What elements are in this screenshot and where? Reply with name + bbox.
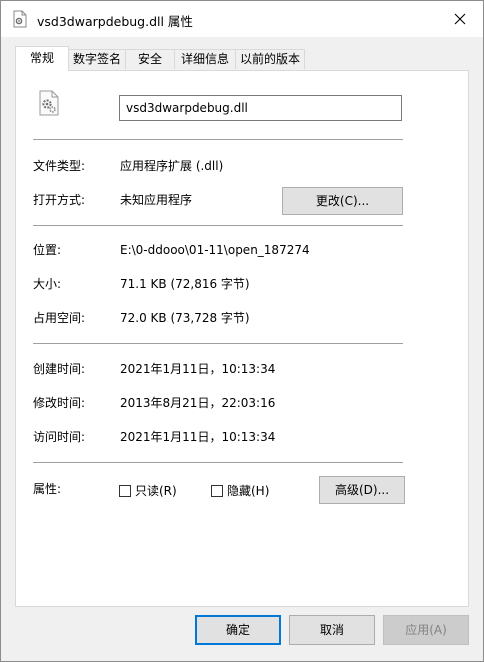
ok-button[interactable]: 确定: [195, 615, 281, 645]
tab-details[interactable]: 详细信息: [174, 49, 236, 69]
location-label: 位置:: [33, 243, 62, 257]
size-value: 71.1 KB (72,816 字节): [120, 277, 250, 291]
accessed-value: 2021年1月11日，10:13:34: [120, 430, 276, 444]
separator: [33, 139, 403, 140]
readonly-label: 只读(R): [135, 484, 177, 498]
checkbox-box[interactable]: [211, 484, 223, 497]
separator: [33, 462, 403, 463]
hidden-label: 隐藏(H): [227, 484, 270, 498]
created-value: 2021年1月11日，10:13:34: [120, 362, 276, 376]
modified-value: 2013年8月21日，22:03:16: [120, 396, 276, 410]
advanced-button[interactable]: 高级(D)...: [319, 476, 405, 504]
tab-general[interactable]: 常规: [15, 46, 69, 71]
separator: [33, 225, 403, 226]
accessed-label: 访问时间:: [33, 430, 86, 444]
location-value: E:\0-ddooo\01-11\open_187274: [120, 243, 310, 257]
apply-button[interactable]: 应用(A): [383, 615, 469, 645]
attributes-label: 属性:: [33, 482, 62, 496]
opens-with-value: 未知应用程序: [120, 193, 193, 207]
close-icon: [454, 13, 466, 25]
created-label: 创建时间:: [33, 362, 86, 376]
tab-security[interactable]: 安全: [125, 49, 175, 69]
window-title: vsd3dwarpdebug.dll 属性: [37, 14, 193, 29]
checkbox-box[interactable]: [119, 484, 131, 497]
modified-label: 修改时间:: [33, 396, 86, 410]
cancel-button[interactable]: 取消: [289, 615, 375, 645]
size-label: 大小:: [33, 277, 62, 291]
readonly-checkbox[interactable]: 只读(R): [119, 482, 177, 499]
close-button[interactable]: [437, 1, 483, 37]
separator: [33, 343, 403, 344]
file-type-value: 应用程序扩展 (.dll): [120, 159, 224, 173]
properties-dialog: vsd3dwarpdebug.dll 属性 常规 数字签名 安全 详细信息 以前…: [0, 0, 484, 662]
file-type-label: 文件类型:: [33, 159, 86, 173]
general-panel: vsd3dwarpdebug.dll 文件类型: 应用程序扩展 (.dll) 打…: [15, 70, 469, 607]
change-button[interactable]: 更改(C)...: [282, 187, 403, 215]
size-on-disk-value: 72.0 KB (73,728 字节): [120, 311, 250, 325]
opens-with-label: 打开方式:: [33, 193, 86, 207]
tab-previous-versions[interactable]: 以前的版本: [235, 49, 305, 69]
dll-file-icon: [13, 10, 27, 28]
hidden-checkbox[interactable]: 隐藏(H): [211, 482, 269, 499]
title-bar: vsd3dwarpdebug.dll 属性: [1, 1, 483, 37]
size-on-disk-label: 占用空间:: [33, 311, 86, 325]
file-name-input[interactable]: vsd3dwarpdebug.dll: [119, 95, 402, 121]
dll-gear-file-icon: [39, 90, 59, 116]
tab-digital-signatures[interactable]: 数字签名: [68, 49, 126, 69]
